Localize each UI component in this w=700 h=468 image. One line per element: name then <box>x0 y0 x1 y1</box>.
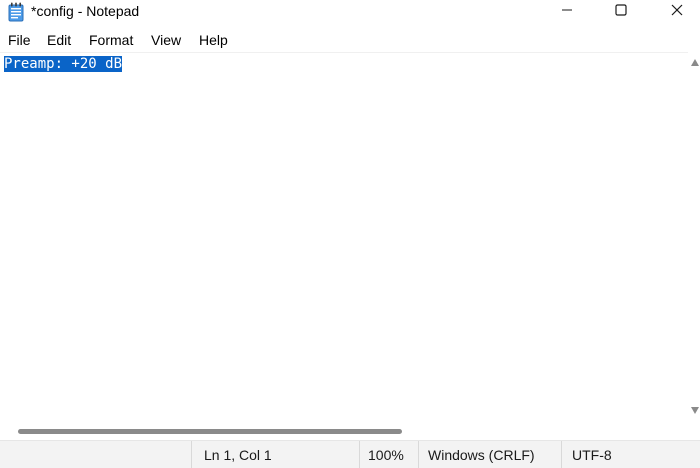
menu-file[interactable]: File <box>6 32 33 48</box>
window-title: *config - Notepad <box>31 3 140 19</box>
minimize-button[interactable] <box>542 0 592 24</box>
close-button[interactable] <box>652 0 700 24</box>
line-ending: Windows (CRLF) <box>418 441 561 468</box>
menu-help[interactable]: Help <box>197 32 230 48</box>
encoding: UTF-8 <box>561 441 700 468</box>
status-bar: Ln 1, Col 1 100% Windows (CRLF) UTF-8 <box>0 440 700 468</box>
menu-format[interactable]: Format <box>87 32 135 48</box>
close-icon <box>671 3 683 21</box>
minimize-icon <box>561 3 573 21</box>
scroll-down-icon[interactable] <box>691 407 699 414</box>
maximize-icon <box>615 3 627 21</box>
horizontal-scrollbar[interactable] <box>0 422 700 440</box>
horizontal-scroll-thumb[interactable] <box>18 429 402 434</box>
zoom-level: 100% <box>359 441 418 468</box>
selected-text[interactable]: Preamp: +20 dB <box>4 56 123 72</box>
menu-edit[interactable]: Edit <box>45 32 73 48</box>
notepad-icon <box>8 2 24 22</box>
title-bar[interactable]: *config - Notepad <box>0 0 700 28</box>
text-editor[interactable]: Preamp: +20 dB <box>0 52 688 422</box>
menu-view[interactable]: View <box>149 32 183 48</box>
cursor-position: Ln 1, Col 1 <box>191 441 359 468</box>
scroll-up-icon[interactable] <box>691 59 699 66</box>
maximize-button[interactable] <box>596 0 646 24</box>
vertical-scrollbar[interactable] <box>688 52 700 422</box>
menu-bar: File Edit Format View Help <box>0 28 700 52</box>
editor-line[interactable]: Preamp: +20 dB <box>4 55 123 74</box>
